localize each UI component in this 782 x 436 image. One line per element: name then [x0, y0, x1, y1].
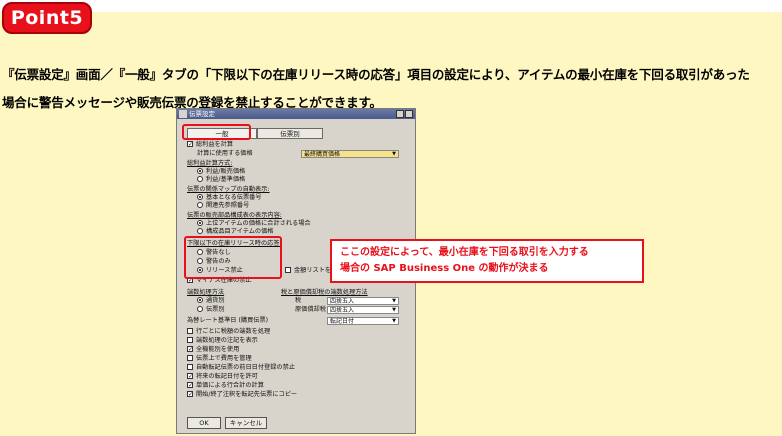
profit-option-1[interactable]: 利益/販売価格: [197, 168, 245, 176]
bom-option-2[interactable]: 構成品目アイテムの価格: [197, 228, 273, 236]
tab-highlight-box: [182, 124, 251, 140]
checkbox[interactable]: ✓: [187, 391, 193, 398]
checkbox[interactable]: ✓: [187, 373, 193, 380]
chevron-down-icon: ▼: [392, 151, 396, 157]
tab-per-document[interactable]: 伝票別: [257, 128, 323, 139]
callout-note: ここの設定によって、最小在庫を下回る取引を入力する 場合の SAP Busine…: [330, 239, 644, 283]
check-row[interactable]: 行ごとに税額の端数を処理: [187, 328, 270, 336]
tax-rounding-header: 税と原価償却税の端数処理方法: [281, 289, 368, 296]
relation-option-1[interactable]: 基本となる伝票番号: [197, 194, 262, 202]
checkbox[interactable]: ✓: [187, 382, 193, 389]
window-icon: [179, 110, 187, 118]
checkbox[interactable]: [187, 337, 193, 343]
radio-button[interactable]: [197, 228, 203, 234]
check-row[interactable]: ✓ 将来の転記日付を許可: [187, 373, 258, 381]
bom-display-header: 伝票の販売部品構成表の表示内容:: [187, 212, 282, 219]
check-row[interactable]: 端数処理の注記を表示: [187, 337, 258, 345]
relation-map-header: 伝票の関係マップの自動表示:: [187, 186, 270, 193]
tax-rounding-select[interactable]: 四捨五入 ▼: [327, 297, 399, 305]
maximize-icon[interactable]: [396, 110, 404, 118]
checkbox[interactable]: [187, 355, 193, 361]
radio-button[interactable]: [197, 202, 203, 208]
callout-line-1: ここの設定によって、最小在庫を下回る取引を入力する: [340, 247, 589, 258]
profit-method-header: 総利益計算方式:: [187, 160, 233, 167]
tax-label: 税: [295, 297, 302, 304]
check-row[interactable]: ✓ 全機能別を使用: [187, 346, 239, 354]
check-row[interactable]: 伝票上で費用を管理: [187, 355, 252, 363]
checkbox[interactable]: [285, 267, 291, 273]
depreciation-tax-label: 原価償却税: [295, 306, 326, 313]
radio-button[interactable]: [197, 168, 203, 174]
ok-button[interactable]: OK: [187, 417, 221, 429]
radio-button[interactable]: [197, 220, 203, 226]
calculate-profit-row[interactable]: ✓ 総利益を計算: [187, 141, 233, 149]
radio-button[interactable]: [197, 297, 203, 303]
checkbox[interactable]: [187, 364, 193, 370]
chevron-down-icon: ▼: [392, 298, 396, 304]
radio-button[interactable]: [197, 176, 203, 182]
bom-option-1[interactable]: 上位アイテムの価格に合計される場合: [197, 220, 311, 228]
description-line-1: 『伝票設定』画面／『一般』タブの「下限以下の在庫リリース時の応答」項目の設定によ…: [2, 67, 750, 82]
rate-base-label: 為替レート基準日 (購買伝票): [187, 317, 269, 324]
check-row[interactable]: ✓ 開始/終了注釈を転記先伝票にコピー: [187, 391, 297, 399]
profit-option-2[interactable]: 利益/基準価格: [197, 176, 245, 184]
cancel-button[interactable]: キャンセル: [225, 417, 267, 429]
checkbox[interactable]: ✓: [187, 346, 193, 353]
page: Point5 『伝票設定』画面／『一般』タブの「下限以下の在庫リリース時の応答」…: [0, 0, 782, 436]
price-select[interactable]: 最終購買価格 ▼: [301, 150, 399, 158]
stock-setting-highlight-box: [184, 236, 282, 279]
checkbox[interactable]: [187, 328, 193, 334]
depreciation-rounding-select[interactable]: 四捨五入 ▼: [327, 306, 399, 314]
dialog-title: 伝票設定: [189, 110, 215, 118]
chevron-down-icon: ▼: [392, 318, 396, 324]
callout-line-2: 場合の SAP Business One の動作が決まる: [340, 263, 549, 274]
rounding-option-2[interactable]: 伝票別: [197, 306, 225, 314]
chevron-down-icon: ▼: [392, 307, 396, 313]
point-badge: Point5: [2, 2, 92, 34]
radio-button[interactable]: [197, 306, 203, 312]
checkbox[interactable]: ✓: [187, 141, 193, 148]
rounding-header: 端数処理方法: [187, 289, 225, 296]
check-row[interactable]: 自動転記伝票の前日日付登録の禁止: [187, 364, 295, 372]
price-label: 計算に使用する価格: [197, 150, 253, 157]
dialog-title-bar: 伝票設定: [177, 109, 415, 119]
radio-button[interactable]: [197, 194, 203, 200]
relation-option-2[interactable]: 関連先参照番号: [197, 202, 249, 210]
check-row[interactable]: ✓ 単価による行合計の計算: [187, 382, 264, 390]
close-icon[interactable]: [405, 110, 413, 118]
rounding-option-1[interactable]: 通貨別: [197, 297, 225, 305]
rate-base-select[interactable]: 転記日付 ▼: [327, 317, 399, 325]
